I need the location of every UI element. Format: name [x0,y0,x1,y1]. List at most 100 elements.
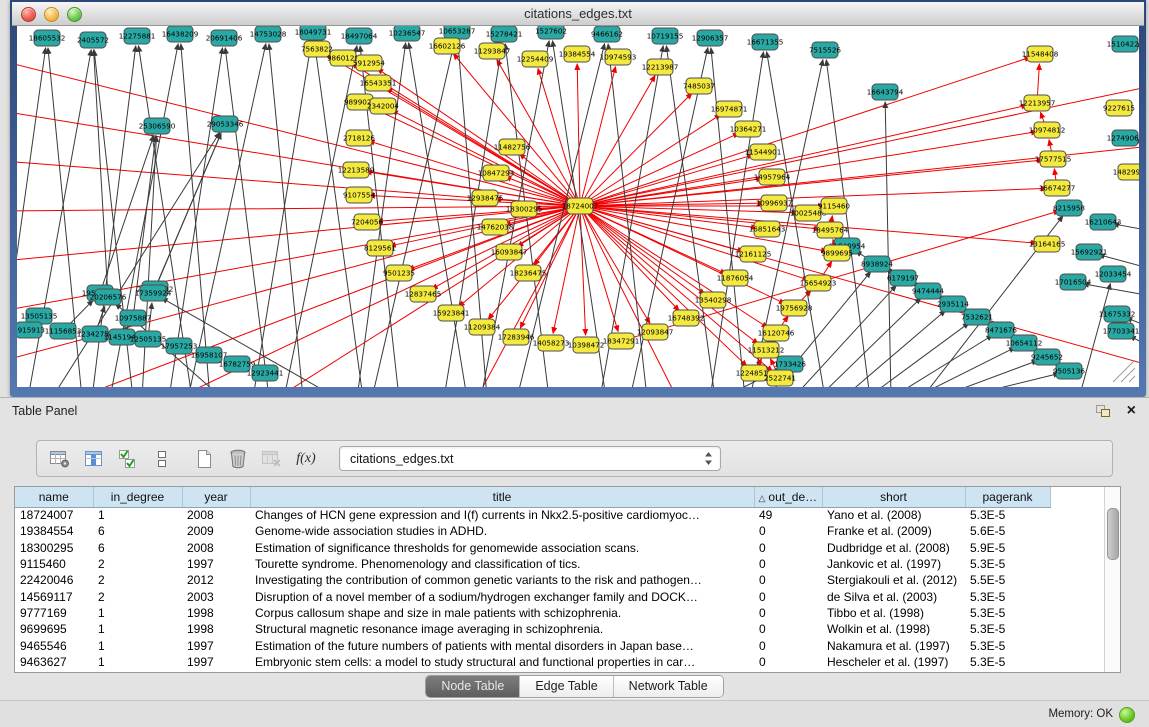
graph-node[interactable]: 18236475 [510,265,547,281]
table-cell[interactable]: 14569117 [15,588,93,604]
graph-node[interactable]: 11876054 [717,270,754,286]
table-row[interactable]: 911546021997Tourette syndrome. Phenomeno… [15,556,1050,572]
table-cell[interactable]: 9115460 [15,556,93,572]
table-cell[interactable]: 0 [754,572,822,588]
table-cell[interactable]: 5.3E-5 [965,556,1050,572]
table-row[interactable]: 1830029562008Estimation of significance … [15,540,1050,556]
graph-node[interactable]: 16643794 [867,84,904,100]
table-cell[interactable]: Tourette syndrome. Phenomenology and cla… [250,556,754,572]
graph-node[interactable]: 15104228 [1107,36,1139,52]
table-cell[interactable]: Changes of HCN gene expression and I(f) … [250,507,754,523]
graph-edge[interactable] [580,133,739,206]
graph-node[interactable]: 29053346 [207,116,244,132]
table-cell[interactable]: Wolkin et al. (1998) [822,621,965,637]
graph-node[interactable]: 8215958 [1053,200,1085,216]
table-row[interactable]: 946554611997Estimation of the future num… [15,637,1050,653]
tab-network-table[interactable]: Network Table [614,676,723,697]
graph-node[interactable]: 3915913 [17,322,45,338]
table-cell[interactable]: Investigating the contribution of common… [250,572,754,588]
table-row[interactable]: 946362711997Embryonic stem cells: a mode… [15,654,1050,670]
network-graph[interactable]: 1860553224055721227588116438209206914061… [17,26,1139,387]
graph-edge[interactable] [959,373,1059,387]
graph-node[interactable]: 10974812 [1029,122,1066,138]
graph-edge[interactable] [453,54,580,206]
column-header-name[interactable]: name [15,487,93,507]
table-cell[interactable]: Genome-wide association studies in ADHD. [250,523,754,539]
table-cell[interactable]: 2008 [182,540,250,556]
table-cell[interactable]: 1 [93,621,182,637]
graph-node[interactable]: 17577515 [1035,151,1072,167]
graph-node[interactable]: 10364271 [730,121,767,137]
table-cell[interactable]: 1 [93,637,182,653]
graph-node[interactable]: 9466162 [591,26,623,42]
column-header-pagerank[interactable]: pagerank [965,487,1050,507]
table-cell[interactable]: Jankovic et al. (1997) [822,556,965,572]
graph-node[interactable]: 12213957 [1019,95,1056,111]
graph-node[interactable]: 12275881 [119,28,156,44]
graph-node[interactable]: 18049731 [295,26,332,40]
table-cell[interactable]: 1997 [182,654,250,670]
graph-node[interactable]: 10974593 [600,49,637,65]
graph-node[interactable]: 15654923 [800,275,837,291]
table-cell[interactable]: 2 [93,588,182,604]
graph-node[interactable]: 12938475 [467,190,504,206]
graph-edge[interactable] [580,206,768,328]
graph-node[interactable]: 17359924 [135,285,172,301]
graph-node[interactable]: 7532621 [961,309,993,325]
table-row[interactable]: 1456911722003Disruption of a novel membe… [15,588,1050,604]
graph-node[interactable]: 13164165 [1029,236,1066,252]
table-cell[interactable]: Embryonic stem cells: a model to study s… [250,654,754,670]
graph-node[interactable]: 11209384 [464,319,501,335]
row-height-icon[interactable] [149,446,175,472]
graph-node[interactable]: 10654112 [1006,335,1043,351]
graph-node[interactable]: 11293847 [474,43,511,59]
table-cell[interactable]: 2008 [182,507,250,523]
graph-edge[interactable] [269,44,303,387]
graph-edge[interactable] [142,136,156,387]
table-cell[interactable]: 0 [754,621,822,637]
graph-node[interactable]: 17016504 [1055,274,1092,290]
graph-node[interactable]: 14753028 [250,26,287,42]
graph-node[interactable]: 10236547 [389,26,426,41]
table-cell[interactable]: 0 [754,605,822,621]
graph-node[interactable]: 8938924 [861,256,893,272]
table-cell[interactable]: Tibbo et al. (1998) [822,605,965,621]
graph-node[interactable]: 10847293 [478,165,515,181]
graph-edge[interactable] [580,132,1037,206]
table-cell[interactable]: Hescheler et al. (1997) [822,654,965,670]
table-cell[interactable]: 1997 [182,556,250,572]
table-cell[interactable]: de Silva et al. (2003) [822,588,965,604]
graph-node[interactable]: 1527602 [535,26,567,39]
graph-node[interactable]: 6179197 [887,270,919,286]
table-cell[interactable]: 9465546 [15,637,93,653]
table-cell[interactable]: 2 [93,572,182,588]
graph-node[interactable]: 9115460 [818,198,850,214]
select-attributes-icon[interactable] [115,446,141,472]
graph-edge[interactable] [937,360,1038,387]
graph-node[interactable]: 19756928 [776,300,813,316]
graph-node[interactable]: 7515526 [809,42,841,58]
vertical-scrollbar[interactable] [1104,487,1120,672]
table-cell[interactable]: 1 [93,654,182,670]
graph-edge[interactable] [225,48,269,387]
table-cell[interactable]: 1997 [182,637,250,653]
graph-node[interactable]: 12161125 [735,246,772,262]
table-cell[interactable]: Estimation of the future numbers of pati… [250,637,754,653]
graph-node[interactable]: 16674277 [1039,180,1076,196]
table-cell[interactable]: 9463627 [15,654,93,670]
table-cell[interactable]: Estimation of significance thresholds fo… [250,540,754,556]
table-cell[interactable]: 5.3E-5 [965,654,1050,670]
table-cell[interactable]: 0 [754,654,822,670]
graph-node[interactable]: 12213589 [338,162,375,178]
column-header-short[interactable]: short [822,487,965,507]
graph-node[interactable]: 12213987 [642,59,679,75]
graph-node[interactable]: 14058273 [533,335,570,351]
resize-grip-icon[interactable] [1113,360,1135,382]
graph-edge[interactable] [885,102,891,387]
graph-node[interactable]: 16851643 [749,221,786,237]
table-cell[interactable]: 5.3E-5 [965,605,1050,621]
table-cell[interactable]: 5.3E-5 [965,588,1050,604]
table-row[interactable]: 1938455462009Genome-wide association stu… [15,523,1050,539]
tab-node-table[interactable]: Node Table [426,676,520,697]
table-cell[interactable]: Stergiakouli et al. (2012) [822,572,965,588]
